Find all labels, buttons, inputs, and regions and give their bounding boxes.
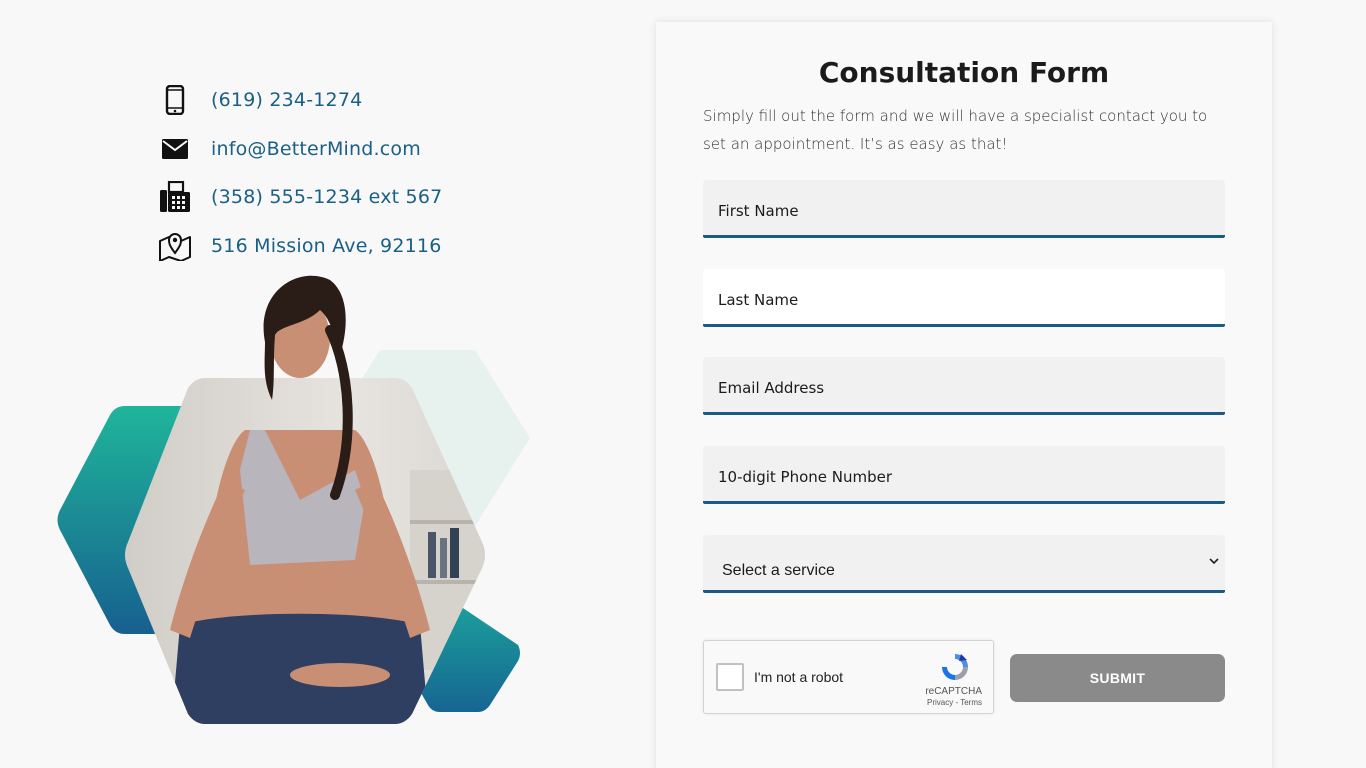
contact-phone: (619) 234-1274: [158, 76, 442, 125]
last-name-label: Last Name: [718, 290, 799, 309]
recaptcha-brand: reCAPTCHA: [925, 686, 982, 697]
envelope-icon: [158, 132, 192, 166]
recaptcha-terms-link[interactable]: Privacy - Terms: [927, 698, 982, 707]
address-link[interactable]: 516 Mission Ave, 92116: [211, 235, 442, 257]
fax-machine-icon: [158, 180, 192, 214]
recaptcha-label: I'm not a robot: [754, 669, 844, 685]
service-select-value: Select a service: [722, 561, 835, 579]
service-select[interactable]: Select a service: [703, 535, 1225, 593]
form-description: Simply fill out the form and we will hav…: [703, 107, 1208, 153]
form-title: Consultation Form: [818, 56, 1110, 89]
contact-email: info@BetterMind.com: [158, 125, 442, 174]
mobile-phone-icon: [158, 83, 192, 117]
chevron-down-icon: [1209, 558, 1219, 565]
phone-link[interactable]: (619) 234-1274: [211, 89, 362, 111]
recaptcha-logo-icon: [942, 654, 968, 680]
map-pin-icon: [158, 229, 192, 263]
yoga-hero-image: [57, 275, 530, 724]
email-field[interactable]: Email Address: [703, 357, 1225, 415]
submit-button[interactable]: SUBMIT: [1010, 654, 1225, 702]
first-name-field[interactable]: First Name: [703, 180, 1225, 238]
phone-field[interactable]: 10-digit Phone Number: [703, 446, 1225, 504]
recaptcha-widget: I'm not a robot reCAPTCHA Privacy - Term…: [703, 640, 994, 714]
first-name-label: First Name: [718, 201, 799, 220]
email-label: Email Address: [718, 378, 825, 397]
consultation-form-panel: Consultation Form Simply fill out the fo…: [656, 22, 1272, 768]
contact-address: 516 Mission Ave, 92116: [158, 222, 442, 271]
phone-label: 10-digit Phone Number: [718, 467, 893, 486]
email-link[interactable]: info@BetterMind.com: [211, 138, 421, 160]
contact-fax: (358) 555-1234 ext 567: [158, 173, 442, 222]
recaptcha-checkbox[interactable]: [716, 663, 744, 691]
fax-link[interactable]: (358) 555-1234 ext 567: [211, 186, 442, 208]
last-name-field[interactable]: Last Name: [703, 269, 1225, 327]
contact-info: (619) 234-1274 info@BetterMind.com (358)…: [158, 76, 442, 270]
